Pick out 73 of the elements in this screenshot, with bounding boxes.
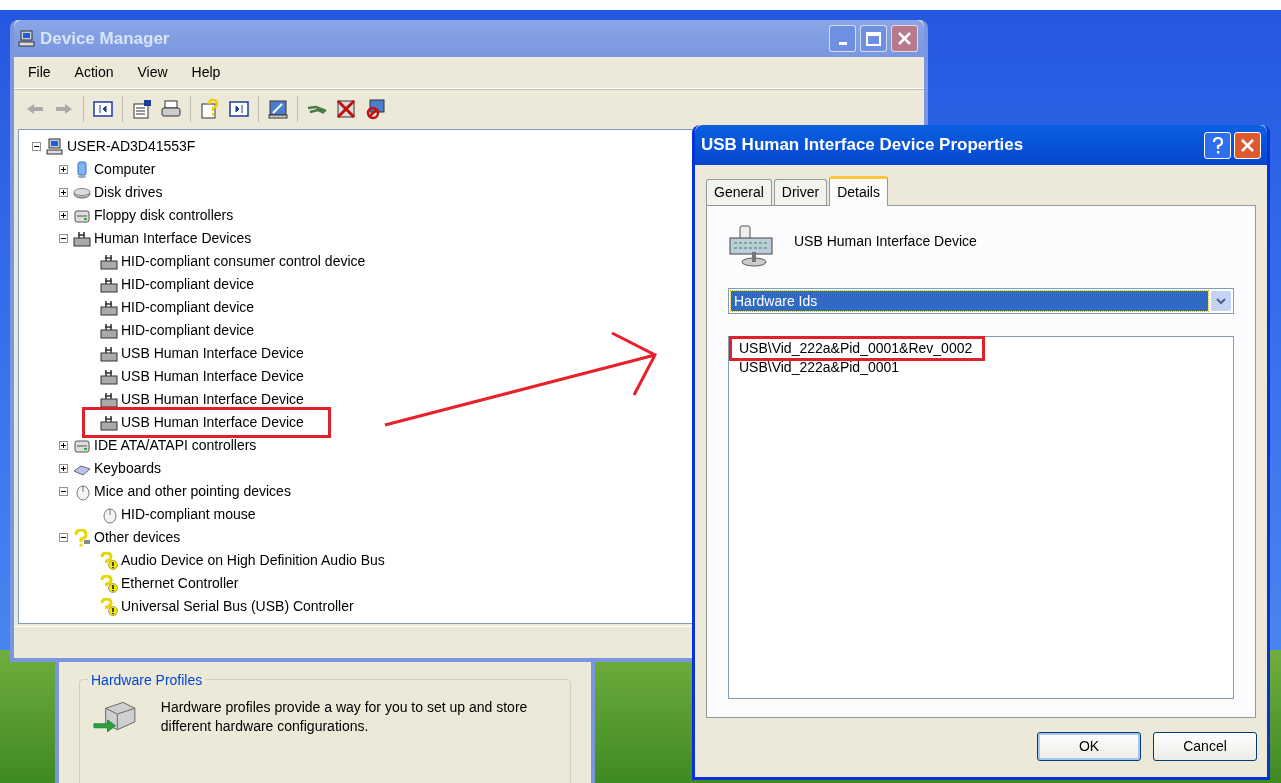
tree-item[interactable]: Floppy disk controllers [73,205,234,226]
tree-item[interactable]: IDE ATA/ATAPI controllers [73,435,257,456]
warning-device-icon [100,551,118,570]
hid-device-icon [100,367,118,386]
collapse-icon[interactable] [58,487,68,496]
tree-item[interactable]: Mice and other pointing devices [73,481,291,502]
tree-item[interactable]: USER-AD3D41553F [46,136,196,157]
tree-item[interactable]: Human Interface Devices [73,228,252,249]
menu-item[interactable]: File [18,62,61,83]
hid-device-icon [100,390,118,409]
list-item[interactable]: USB\Vid_222a&Pid_0001&Rev_0002 [732,339,983,358]
tree-item[interactable]: HID-compliant consumer control device [100,251,366,272]
tree-item[interactable]: Other devices [73,527,181,548]
hid-device-icon [100,321,118,340]
hid-device-icon [100,413,118,432]
input-devices-icon [728,224,776,268]
question-mark-icon [1210,136,1225,154]
maximize-button[interactable] [860,25,887,52]
tree-item[interactable]: Ethernet Controller [100,573,239,594]
list-item[interactable]: USB\Vid_222a&Pid_0001 [732,358,907,377]
menu-item[interactable]: Action [64,62,124,83]
tree-item[interactable]: HID-compliant device [100,297,255,318]
hid-device-icon [73,229,91,248]
tree-item[interactable]: Audio Device on High Definition Audio Bus [100,550,385,571]
ok-button[interactable]: OK [1037,732,1141,761]
description-text: Hardware profiles provide a way for you to set up and store different hardware configurations. [160,698,529,736]
dialog-title: USB Human Interface Device Properties [701,134,1024,157]
close-button[interactable] [1234,131,1261,159]
tree-item[interactable]: Keyboards [73,458,161,479]
tree-item[interactable]: Computer [73,159,156,180]
tree-item[interactable]: USB Human Interface Device [85,410,328,435]
mouse-icon [100,505,118,524]
tree-item[interactable]: Universal Serial Bus (USB) Controller [100,596,354,617]
computer-icon [18,29,36,48]
tree-item[interactable]: HID-compliant device [100,274,255,295]
tree-item[interactable]: HID-compliant mouse [100,504,256,525]
expand-icon[interactable] [58,165,68,174]
hid-device-icon [100,298,118,317]
menu-item[interactable]: Help [181,62,231,83]
expand-icon[interactable] [58,464,68,473]
collapse-icon[interactable] [31,142,41,151]
computer-icon [46,137,64,156]
help-button[interactable] [1204,131,1231,159]
warning-device-icon [100,574,118,593]
tree-item[interactable]: USB Human Interface Device [100,389,304,410]
hid-device-icon [100,344,118,363]
property-dropdown[interactable]: Hardware Ids [728,288,1234,314]
warning-device-icon [100,597,118,616]
tree-item[interactable]: HID-compliant device [100,320,255,341]
tab[interactable]: Driver [773,179,828,205]
hid-device-icon [100,252,118,271]
collapse-icon[interactable] [58,234,68,243]
close-icon [897,31,912,46]
question-mark-icon [73,528,91,547]
menu-item[interactable]: View [127,62,178,83]
collapse-icon[interactable] [58,533,68,542]
tree-item[interactable]: Disk drives [73,182,163,203]
expand-icon[interactable] [58,441,68,450]
chevron-down-icon [1216,297,1226,305]
hid-device-icon [100,275,118,294]
mouse-icon [73,482,91,501]
expand-icon[interactable] [58,188,68,197]
expand-icon[interactable] [58,211,68,220]
minimize-button[interactable] [829,25,856,52]
window-title: Device Manager [40,27,170,50]
tree-item[interactable]: USB Human Interface Device [100,343,304,364]
cancel-button[interactable]: Cancel [1153,732,1257,761]
device-name: USB Human Interface Device [794,231,977,251]
close-icon [1240,137,1255,153]
tab[interactable]: General [706,179,772,205]
tab[interactable]: Details [829,176,888,206]
close-button[interactable] [891,25,918,52]
tree-item[interactable]: USB Human Interface Device [100,366,304,387]
